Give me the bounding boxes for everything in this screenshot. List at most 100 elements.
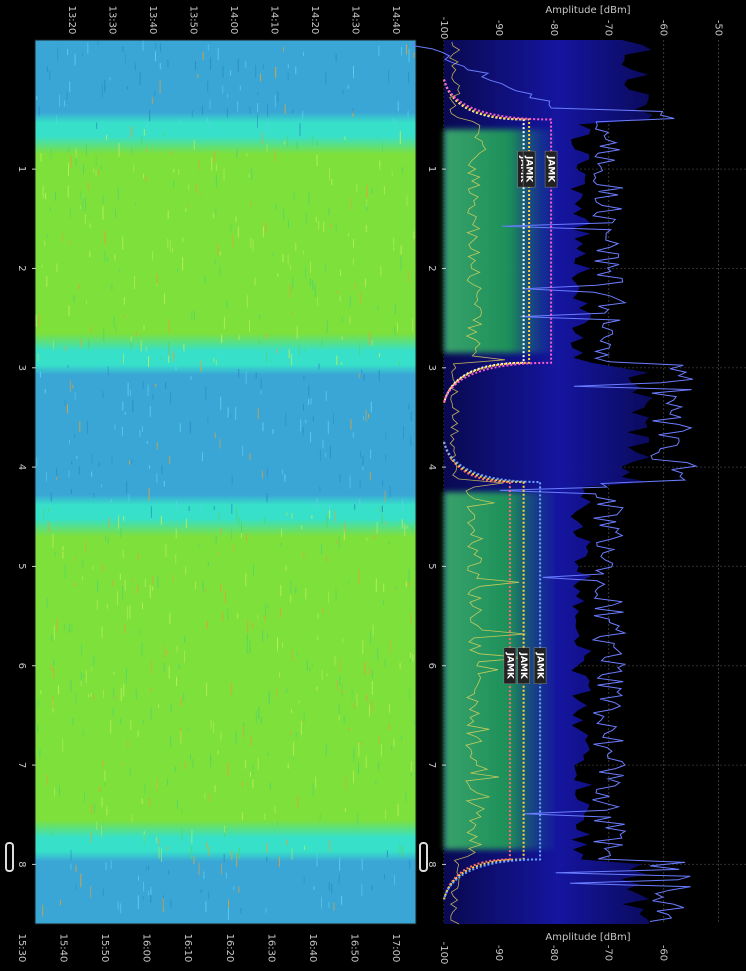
waterfall-sample — [106, 806, 108, 812]
waterfall-sample — [338, 715, 340, 720]
waterfall-sample — [212, 212, 214, 219]
waterfall-sample — [205, 386, 207, 401]
waterfall-sample — [122, 46, 124, 52]
waterfall-sample — [104, 250, 106, 262]
waterfall-sample — [225, 590, 226, 604]
waterfall-sample — [317, 297, 319, 306]
waterfall-sample — [406, 195, 408, 207]
waterfall-sample — [191, 834, 193, 844]
waterfall-sample — [113, 316, 115, 328]
waterfall-sample — [126, 606, 128, 620]
waterfall-sample — [63, 623, 65, 631]
waterfall-sample — [172, 574, 174, 582]
waterfall-sample — [149, 585, 151, 599]
waterfall-sample — [135, 689, 137, 699]
waterfall-sample — [291, 848, 293, 860]
waterfall-sample — [351, 197, 353, 210]
waterfall-sample — [143, 174, 145, 179]
waterfall-sample — [81, 643, 83, 656]
waterfall-sample — [68, 305, 70, 316]
time-tick-label: 17:00 — [390, 934, 401, 963]
waterfall-sample — [395, 586, 397, 590]
waterfall-sample — [343, 716, 345, 723]
waterfall-sample — [253, 563, 254, 577]
waterfall-sample — [171, 150, 173, 156]
waterfall-sample — [361, 369, 363, 374]
waterfall-sample — [364, 661, 366, 676]
waterfall-sample — [386, 850, 388, 858]
waterfall-sample — [209, 99, 211, 109]
waterfall-sample — [403, 426, 404, 439]
waterfall-sample — [238, 847, 240, 859]
amplitude-axis-label-bottom: Amplitude [dBm] — [545, 932, 630, 943]
waterfall-sample — [204, 275, 206, 284]
waterfall-sample — [260, 389, 262, 395]
waterfall-sample — [204, 792, 206, 799]
waterfall-sample — [352, 432, 354, 438]
waterfall-sample — [201, 503, 203, 512]
spectrum-scroll-handle[interactable] — [419, 842, 428, 872]
waterfall-sample — [316, 140, 318, 146]
waterfall-sample — [361, 858, 363, 871]
waterfall-sample — [324, 453, 326, 457]
waterfall-sample — [340, 270, 341, 276]
waterfall-sample — [59, 899, 61, 906]
waterfall-sample — [40, 153, 42, 162]
waterfall-sample — [200, 360, 202, 373]
waterfall-sample — [214, 785, 216, 793]
waterfall-sample — [305, 587, 307, 600]
waterfall-sample — [317, 635, 319, 641]
waterfall-sample — [224, 825, 226, 833]
waterfall-sample — [90, 692, 92, 697]
waterfall-sample — [378, 736, 380, 745]
waterfall-sample — [110, 860, 112, 869]
waterfall-sample — [113, 671, 115, 675]
waterfall-sample — [51, 635, 53, 642]
waterfall-sample — [139, 72, 141, 86]
waterfall-sample — [120, 718, 122, 724]
waterfall-sample — [59, 785, 60, 796]
waterfall-sample — [378, 762, 380, 771]
frequency-tick-label: 2 — [426, 265, 437, 271]
waterfall-sample — [37, 725, 39, 733]
waterfall-scroll-handle[interactable] — [5, 842, 14, 872]
waterfall-sample — [71, 623, 73, 633]
waterfall-sample — [312, 416, 314, 422]
waterfall-sample — [297, 795, 299, 808]
waterfall-sample — [410, 436, 412, 447]
waterfall-sample — [90, 326, 92, 333]
waterfall-sample — [383, 600, 384, 605]
waterfall-sample — [137, 585, 139, 594]
waterfall-sample — [316, 686, 318, 691]
time-tick-label: 15:30 — [16, 934, 27, 963]
waterfall-sample — [166, 650, 168, 655]
waterfall-sample — [91, 471, 93, 477]
waterfall-sample — [313, 886, 315, 891]
waterfall-sample — [129, 460, 130, 465]
waterfall-sample — [409, 689, 411, 700]
waterfall-sample — [384, 521, 386, 525]
waterfall-sample — [250, 201, 252, 207]
waterfall-sample — [103, 329, 105, 342]
waterfall-sample — [231, 850, 233, 861]
waterfall-sample — [339, 676, 341, 686]
waterfall-sample — [341, 316, 343, 323]
waterfall-sample — [159, 63, 161, 70]
waterfall-sample — [52, 340, 54, 350]
waterfall-sample — [168, 355, 170, 363]
waterfall-sample — [133, 164, 135, 172]
waterfall-sample — [315, 776, 317, 788]
waterfall-sample — [286, 512, 288, 516]
waterfall-sample — [39, 371, 41, 378]
waterfall-sample — [392, 117, 394, 122]
amplitude-tick-label: -50 — [713, 20, 724, 36]
waterfall-sample — [46, 234, 48, 238]
waterfall-sample — [397, 101, 399, 112]
waterfall-sample — [176, 645, 178, 653]
waterfall-sample — [330, 223, 332, 228]
waterfall-sample — [91, 832, 92, 844]
waterfall-sample — [289, 284, 291, 299]
waterfall-sample — [145, 346, 147, 352]
waterfall-sample — [289, 264, 291, 270]
waterfall-sample — [338, 874, 340, 884]
